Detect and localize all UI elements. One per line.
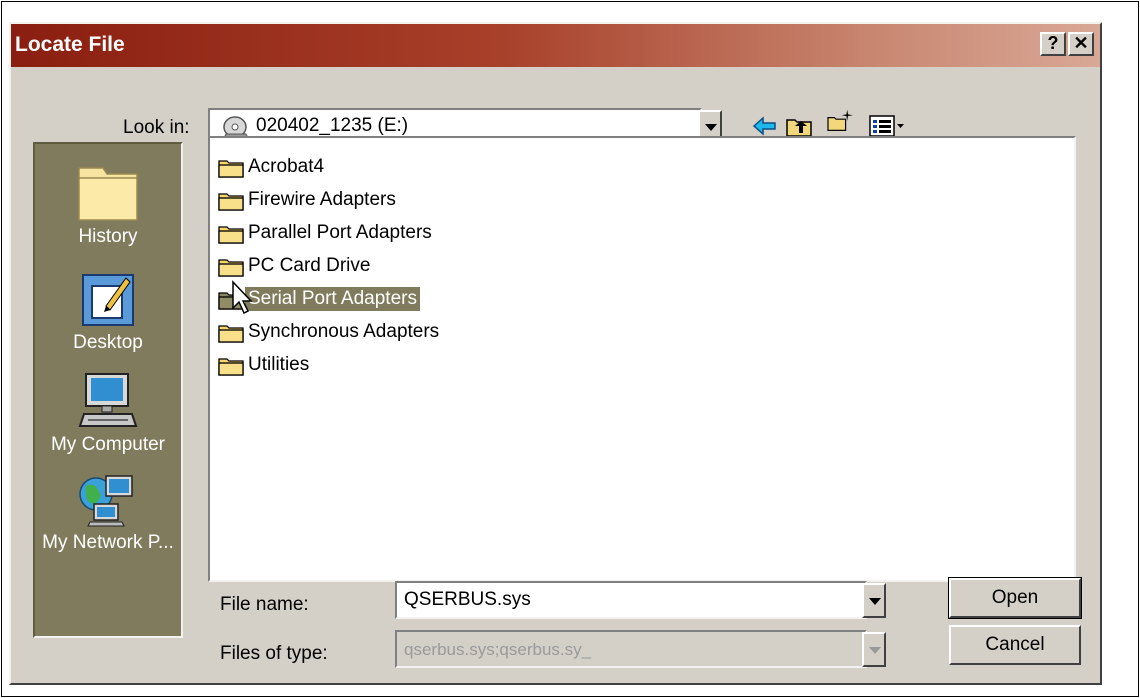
file-list-item[interactable]: Parallel Port Adapters (218, 218, 432, 248)
locate-file-dialog: Locate File ? ✕ Look in: 020402_1235 (E:… (9, 22, 1102, 685)
look-in-label: Look in: (123, 117, 190, 138)
file-list-item[interactable]: Acrobat4 (218, 152, 324, 182)
folder-icon (218, 191, 244, 211)
look-in-value: 020402_1235 (E:) (256, 115, 409, 136)
folder-icon (218, 323, 244, 343)
file-list-item-label: Parallel Port Adapters (248, 222, 432, 243)
network-places-icon (79, 475, 133, 527)
folder-icon (218, 257, 244, 277)
place-my-network-label: My Network P... (42, 532, 174, 553)
file-name-input[interactable]: QSERBUS.sys (395, 581, 867, 619)
folder-icon (218, 158, 244, 178)
files-of-type-dropdown-button (862, 632, 886, 667)
place-my-network[interactable]: My Network P... (35, 472, 181, 554)
place-history[interactable]: History (35, 164, 181, 248)
up-one-level-icon[interactable] (785, 114, 815, 138)
place-desktop[interactable]: Desktop (35, 272, 181, 354)
file-list-item-label: PC Card Drive (248, 255, 371, 276)
file-list-item[interactable]: Synchronous Adapters (218, 317, 439, 347)
file-list[interactable]: Acrobat4 Firewire Adapters Parallel Port A… (208, 136, 1076, 582)
place-history-label: History (78, 226, 138, 247)
file-list-item-label: Synchronous Adapters (248, 321, 440, 342)
place-desktop-label: Desktop (73, 332, 143, 353)
file-list-item-label: Utilities (248, 354, 310, 375)
file-list-item-label: Serial Port Adapters (245, 287, 420, 311)
folder-icon (218, 356, 244, 376)
file-list-item-label: Acrobat4 (248, 156, 325, 177)
file-list-item[interactable]: Utilities (218, 350, 309, 380)
files-of-type-select: qserbus.sys;qserbus.sy_ (395, 630, 867, 668)
folder-icon (218, 224, 244, 244)
my-computer-icon (78, 373, 138, 427)
cancel-button[interactable]: Cancel (949, 625, 1081, 665)
file-name-value: QSERBUS.sys (404, 589, 531, 610)
desktop-icon (82, 274, 134, 326)
back-arrow-icon[interactable] (751, 114, 779, 138)
place-my-computer-label: My Computer (50, 434, 166, 455)
places-bar: History Desktop My Computer My Network P… (33, 142, 183, 638)
file-list-item-label: Firewire Adapters (248, 189, 396, 210)
file-name-label: File name: (220, 594, 309, 615)
help-button[interactable]: ? (1040, 32, 1066, 56)
files-of-type-label: Files of type: (220, 643, 328, 664)
create-new-folder-icon[interactable] (823, 108, 857, 132)
dialog-title: Locate File (15, 33, 125, 56)
mouse-cursor-icon (232, 280, 253, 315)
close-button[interactable]: ✕ (1068, 32, 1094, 56)
file-name-dropdown-button[interactable] (862, 583, 886, 618)
title-bar[interactable]: Locate File ? ✕ (11, 24, 1100, 67)
history-folder-icon (78, 167, 138, 221)
file-list-item[interactable]: PC Card Drive (218, 251, 370, 281)
open-button[interactable]: Open (948, 577, 1082, 619)
files-of-type-value: qserbus.sys;qserbus.sy_ (404, 640, 592, 659)
place-my-computer[interactable]: My Computer (35, 372, 181, 456)
file-list-item[interactable]: Firewire Adapters (218, 185, 396, 215)
view-menu-icon[interactable] (868, 114, 906, 138)
